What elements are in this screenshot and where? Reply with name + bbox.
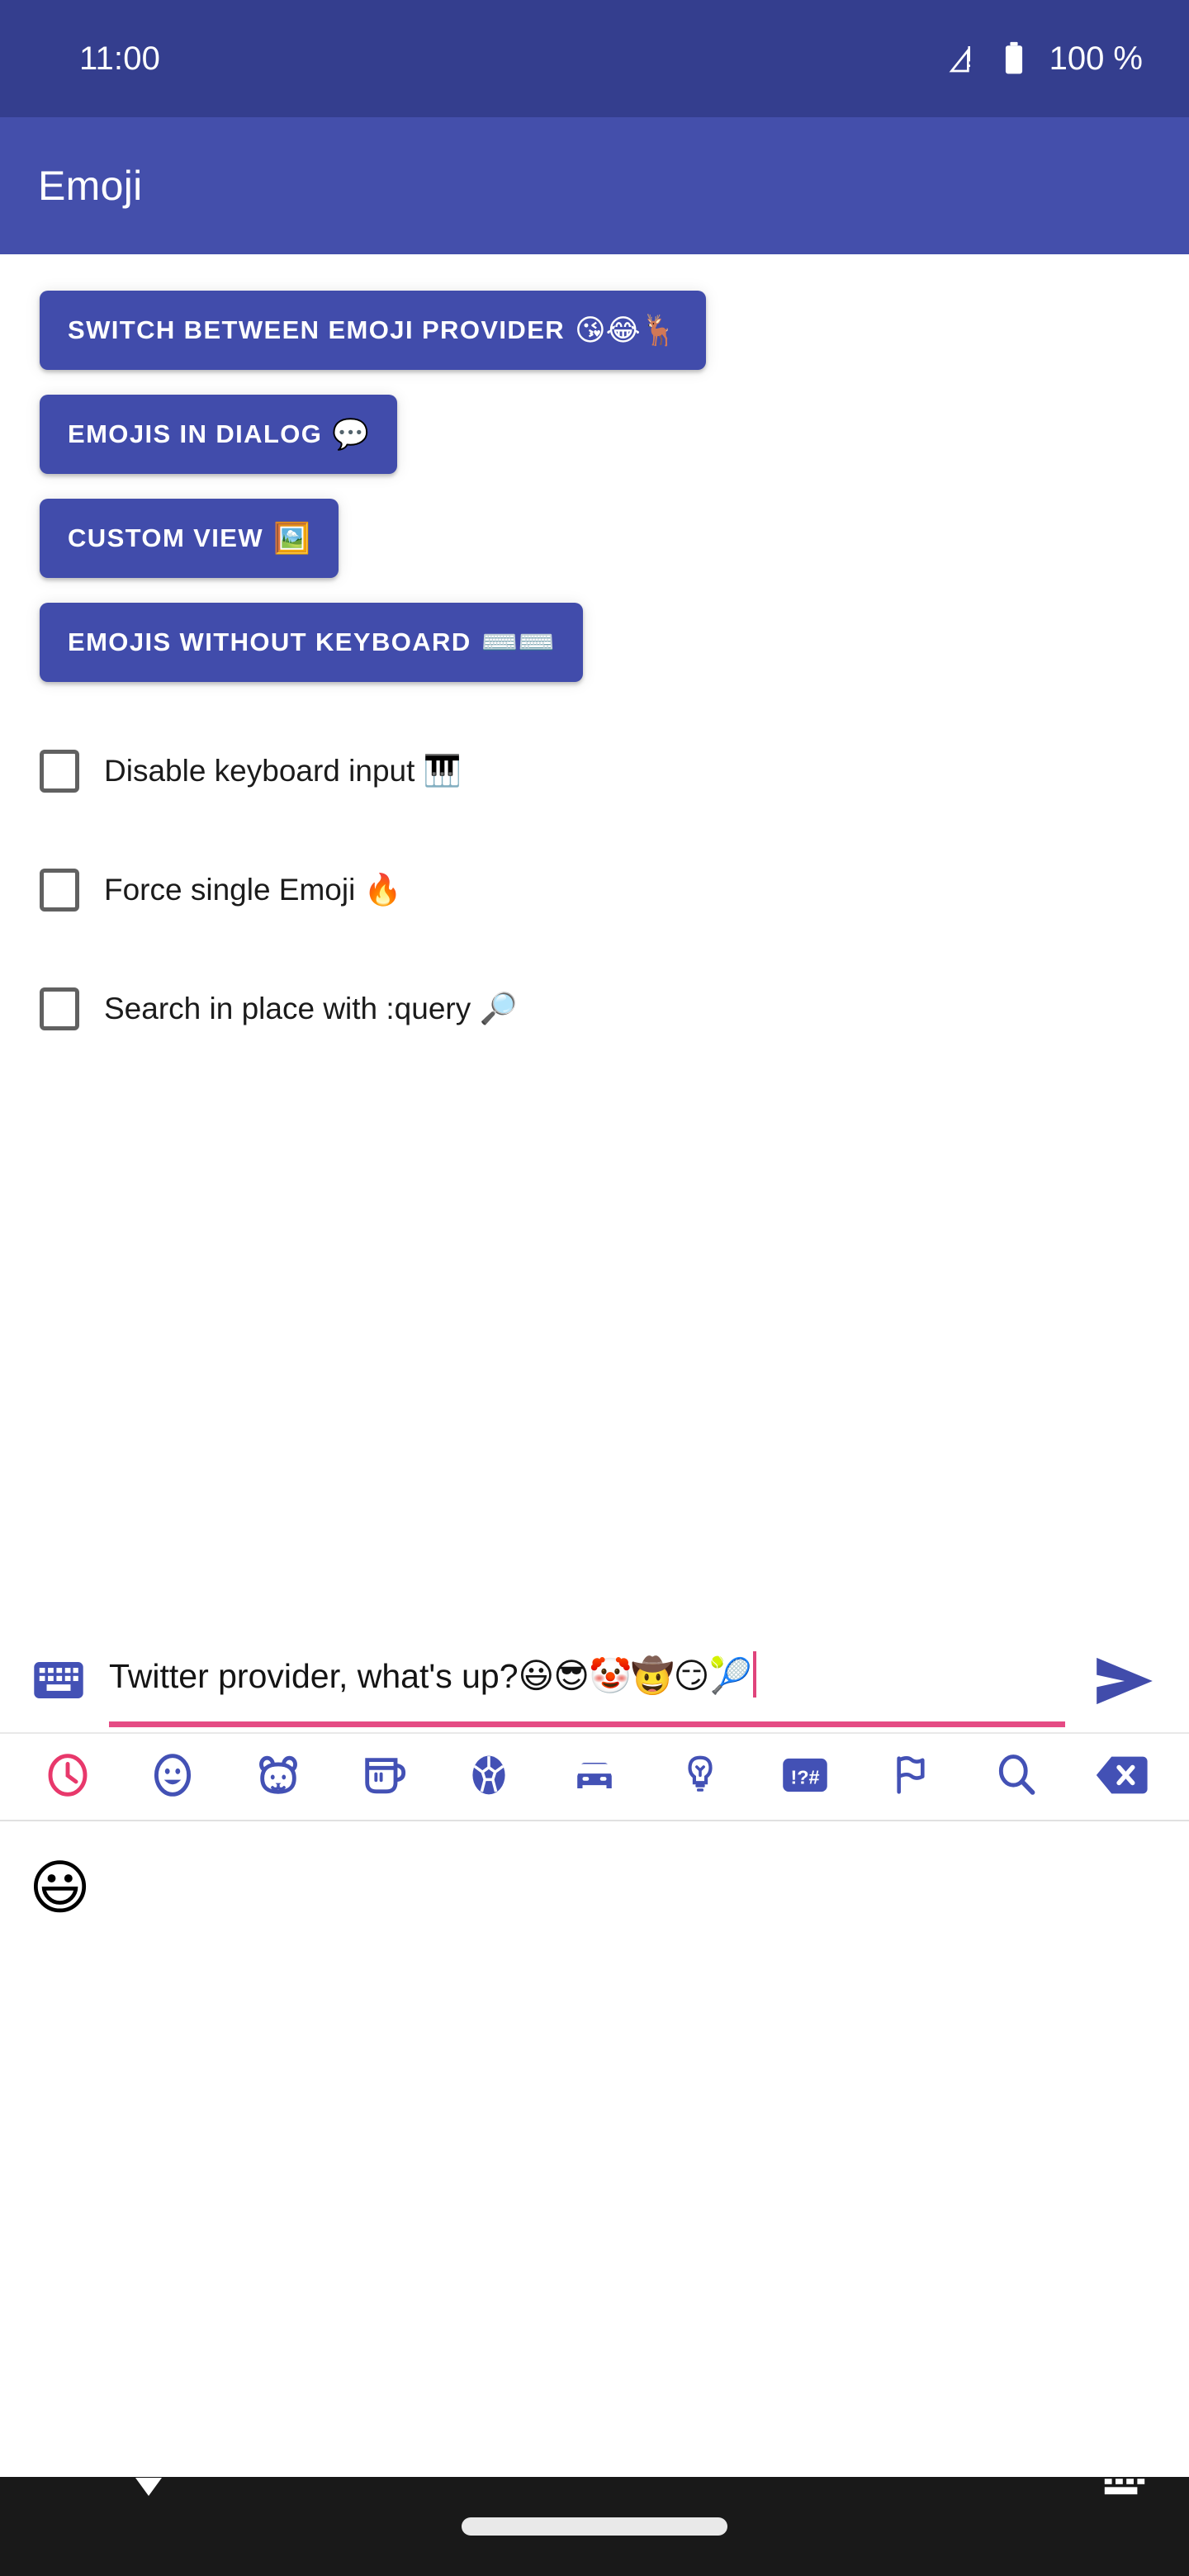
emoji-input-row: Twitter provider, what's up?😃😎🤡🤠😏🎾	[0, 1623, 1189, 1732]
system-navigation-bar	[0, 2477, 1189, 2576]
checkbox-label-text: Force single Emoji	[104, 873, 356, 907]
battery-percent-label: 100 %	[1049, 40, 1143, 77]
search-icon	[993, 1751, 1040, 1803]
checkbox-label: Force single Emoji 🔥	[104, 872, 402, 908]
emoji-category-symbols[interactable]: !?#	[752, 1734, 858, 1820]
button-row-1: SWITCH BETWEEN EMOJI PROVIDER 😘😂🦌	[0, 291, 1189, 370]
checkbox-box[interactable]	[40, 869, 79, 912]
button-emoji: 😘😂🦌	[575, 314, 678, 348]
flag-icon	[889, 1751, 932, 1803]
button-emoji: 🖼️	[273, 522, 310, 556]
main-content: SWITCH BETWEEN EMOJI PROVIDER 😘😂🦌 EMOJIS…	[0, 254, 1189, 1623]
svg-text:!?#: !?#	[791, 1766, 820, 1788]
status-clock: 11:00	[79, 40, 161, 77]
emoji-category-travel[interactable]	[542, 1734, 647, 1820]
custom-view-button[interactable]: CUSTOM VIEW 🖼️	[40, 499, 339, 578]
emojis-in-dialog-button[interactable]: EMOJIS IN DIALOG 💬	[40, 395, 398, 474]
soccer-ball-icon	[466, 1751, 512, 1803]
text-field-underline	[109, 1721, 1065, 1727]
button-label: EMOJIS IN DIALOG	[68, 419, 323, 448]
no-signal-warning-icon	[949, 42, 982, 75]
force-single-emoji-checkbox[interactable]: Force single Emoji 🔥	[40, 849, 1149, 931]
checkbox-label: Disable keyboard input 🎹	[104, 753, 462, 789]
app-bar: Emoji	[0, 117, 1189, 254]
text-caret	[752, 1651, 756, 1698]
button-row-4: EMOJIS WITHOUT KEYBOARD ⌨️⌨️	[0, 603, 1189, 682]
button-emoji: 💬	[332, 418, 370, 452]
emoji-text-field-value: Twitter provider, what's up?😃😎🤡🤠😏🎾	[109, 1638, 1065, 1717]
status-bar-right-icons: 100 %	[949, 40, 1143, 78]
checkbox-box[interactable]	[40, 987, 79, 1030]
button-emoji: ⌨️⌨️	[481, 626, 556, 660]
emoji-category-bar: !?#	[0, 1732, 1189, 1821]
lightbulb-icon	[680, 1751, 721, 1803]
disable-keyboard-input-checkbox[interactable]: Disable keyboard input 🎹	[40, 730, 1149, 812]
bear-face-icon	[254, 1751, 302, 1803]
button-label: CUSTOM VIEW	[68, 523, 264, 552]
status-bar: 11:00 100 %	[0, 0, 1189, 117]
cup-icon	[360, 1751, 408, 1803]
send-icon[interactable]	[1087, 1643, 1163, 1719]
backspace-icon	[1094, 1752, 1149, 1802]
symbols-icon: !?#	[781, 1752, 829, 1802]
chevron-down-icon[interactable]	[130, 2477, 167, 2505]
button-label: SWITCH BETWEEN EMOJI PROVIDER	[68, 315, 566, 344]
button-label: EMOJIS WITHOUT KEYBOARD	[68, 627, 471, 656]
checkbox-label-emoji: 🔥	[363, 872, 402, 907]
emoji-category-smileys[interactable]	[121, 1734, 226, 1820]
emoji-backspace-button[interactable]	[1068, 1734, 1174, 1820]
checkbox-label-emoji: 🔎	[479, 991, 518, 1026]
checkbox-box[interactable]	[40, 750, 79, 793]
emoji-category-activity[interactable]	[437, 1734, 542, 1820]
emoji-category-objects[interactable]	[647, 1734, 753, 1820]
keyboard-icon[interactable]	[26, 1648, 91, 1712]
search-in-place-checkbox[interactable]: Search in place with :query 🔎	[40, 968, 1149, 1050]
emojis-without-keyboard-button[interactable]: EMOJIS WITHOUT KEYBOARD ⌨️⌨️	[40, 603, 584, 682]
checkbox-label-text: Search in place with :query	[104, 992, 471, 1025]
checkbox-label: Search in place with :query 🔎	[104, 991, 518, 1027]
emoji-category-food-drink[interactable]	[331, 1734, 437, 1820]
text-field-emoji-text: 😃😎🤡🤠😏🎾	[518, 1655, 752, 1696]
text-field-plain-text: Twitter provider, what's up?	[109, 1657, 519, 1695]
car-icon	[570, 1751, 619, 1803]
home-pill[interactable]	[462, 2517, 727, 2536]
checkbox-group: Disable keyboard input 🎹 Force single Em…	[0, 707, 1189, 1087]
phone-screen: 11:00 100 % Emoji SWITCH BETWEEN EMOJI P…	[0, 0, 1189, 2576]
button-row-2: EMOJIS IN DIALOG 💬	[0, 395, 1189, 474]
checkbox-label-emoji: 🎹	[423, 753, 462, 788]
emoji-category-animals[interactable]	[225, 1734, 331, 1820]
emoji-cell[interactable]: 😃	[0, 1835, 120, 1940]
emoji-recent-panel: 😃	[0, 1821, 1189, 2477]
emoji-category-search[interactable]	[964, 1734, 1069, 1820]
keyboard-switch-icon[interactable]	[1100, 2477, 1149, 2515]
emoji-category-recent[interactable]	[15, 1734, 121, 1820]
emoji-category-flags[interactable]	[858, 1734, 964, 1820]
smiley-icon	[149, 1751, 196, 1803]
checkbox-label-text: Disable keyboard input	[104, 754, 415, 788]
switch-emoji-provider-button[interactable]: SWITCH BETWEEN EMOJI PROVIDER 😘😂🦌	[40, 291, 706, 370]
battery-full-icon	[1000, 40, 1028, 77]
page-title: Emoji	[38, 163, 143, 209]
clock-icon	[45, 1751, 91, 1803]
button-row-3: CUSTOM VIEW 🖼️	[0, 499, 1189, 578]
emoji-text-field[interactable]: Twitter provider, what's up?😃😎🤡🤠😏🎾	[109, 1638, 1065, 1731]
